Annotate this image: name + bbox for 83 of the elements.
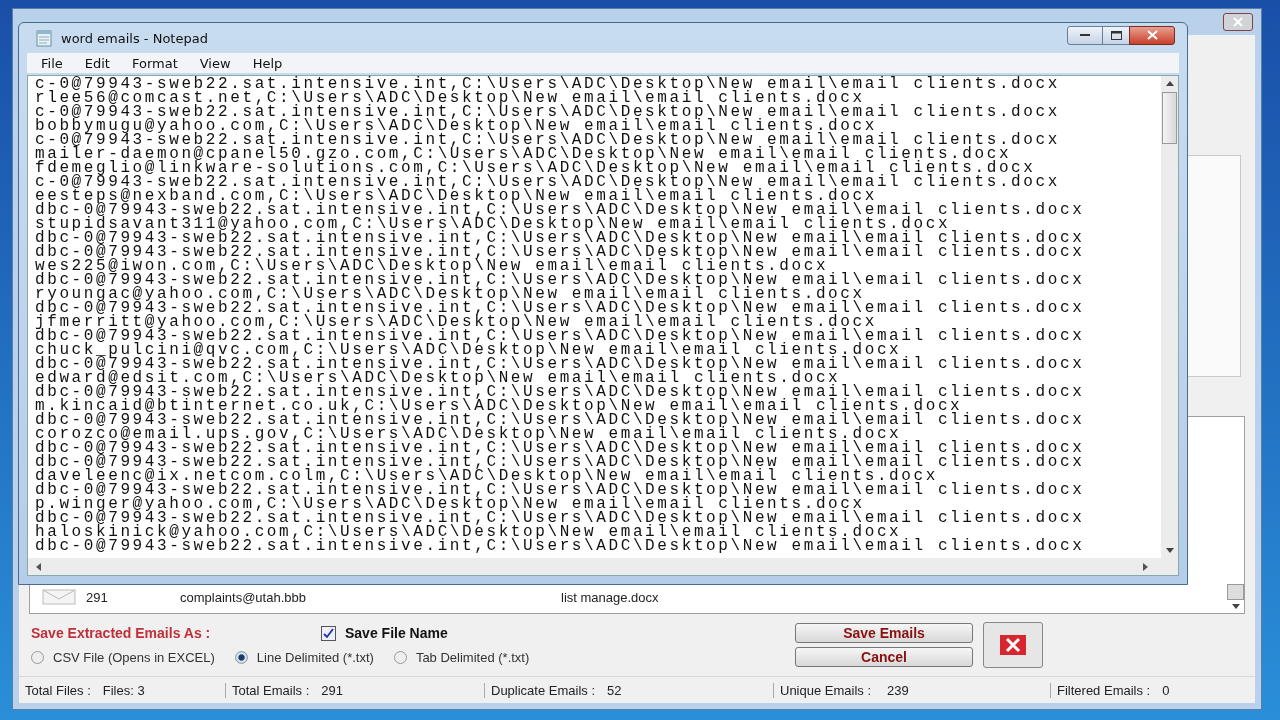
list-cell-text: complaints@utah.bbb bbox=[180, 589, 307, 605]
text-line: c-0@79943-sweb22.sat.intensive.int,C:\Users\ADC\Desktop\New email\email clients.docx bbox=[35, 77, 1061, 91]
menu-item[interactable]: Edit bbox=[84, 55, 110, 71]
horizontal-scrollbar[interactable] bbox=[28, 558, 1178, 575]
text-line: dbc-0@79943-sweb22.sat.intensive.int,C:\Users\ADC\Desktop\New email\email clients.docx bbox=[35, 301, 1086, 315]
list-row[interactable]: 291 complaints@utah.bbb list manage.docx bbox=[30, 589, 1227, 605]
text-line: rlee56@comcast.net,C:\Users\ADC\Desktop\New email\email clients.docx bbox=[35, 91, 865, 105]
text-line: dbc-0@79943-sweb22.sat.intensive.int,C:\Users\ADC\Desktop\New email\email clients.docx bbox=[35, 441, 1086, 455]
text-line: c-0@79943-sweb22.sat.intensive.int,C:\Users\ADC\Desktop\New email\email clients.docx bbox=[35, 175, 1061, 189]
text-line: dbc-0@79943-sweb22.sat.intensive.int,C:\Users\ADC\Desktop\New email\email clients.docx bbox=[35, 245, 1086, 259]
text-line: dbc-0@79943-sweb22.sat.intensive.int,C:\Users\ADC\Desktop\New email\email clients.docx bbox=[35, 273, 1086, 287]
text-line: ryoungac@yahoo.com,C:\Users\ADC\Desktop\New email\email clients.docx bbox=[35, 287, 865, 301]
text-line: edward@edsit.com,C:\Users\ADC\Desktop\New email\email clients.docx bbox=[35, 371, 841, 385]
list-cell: list manage.docx bbox=[561, 589, 659, 605]
scroll-down-icon bbox=[1165, 548, 1174, 553]
status-label: Duplicate Emails : bbox=[491, 682, 596, 698]
text-line: wes225@iwon.com,C:\Users\ADC\Desktop\New email\email clients.docx bbox=[35, 259, 829, 273]
save-emails-button[interactable]: Save Emails bbox=[795, 623, 973, 643]
status-label: Filtered Emails : bbox=[1057, 682, 1151, 698]
window-title: word emails - Notepad bbox=[61, 30, 208, 46]
envelope-icon bbox=[42, 589, 76, 605]
vertical-scrollbar[interactable] bbox=[1161, 76, 1178, 558]
status-label: Unique Emails : bbox=[780, 682, 872, 698]
text-line: c-0@79943-sweb22.sat.intensive.int,C:\Users\ADC\Desktop\New email\email clients.docx bbox=[35, 105, 1061, 119]
text-line: dbc-0@79943-sweb22.sat.intensive.int,C:\Users\ADC\Desktop\New email\email clients.docx bbox=[35, 511, 1086, 525]
scroll-thumb[interactable] bbox=[1162, 92, 1177, 144]
status-value: 291 bbox=[321, 682, 343, 698]
scroll-thumb[interactable] bbox=[1227, 584, 1244, 600]
format-radio[interactable]: Tab Delimited (*.txt) bbox=[393, 650, 530, 665]
status-value: 0 bbox=[1162, 682, 1170, 698]
close-icon bbox=[1000, 635, 1026, 655]
text-line: dbc-0@79943-sweb22.sat.intensive.int,C:\Users\ADC\Desktop\New email\email clients.docx bbox=[35, 483, 1086, 497]
close-button[interactable] bbox=[983, 622, 1043, 668]
status-value: Files: 3 bbox=[102, 682, 145, 698]
text-line: dbc-0@79943-sweb22.sat.intensive.int,C:\Users\ADC\Desktop\New email\email clients.docx bbox=[35, 357, 1086, 371]
text-line: p.winger@yahoo.com,C:\Users\ADC\Desktop\New email\email clients.docx bbox=[35, 497, 865, 511]
close-button[interactable] bbox=[1223, 13, 1253, 31]
text-line: haloskinick@yahoo.com,C:\Users\ADC\Desktop\New email\email clients.docx bbox=[35, 525, 902, 539]
close-icon bbox=[1233, 17, 1243, 27]
minimize-button[interactable] bbox=[1067, 25, 1103, 45]
checkmark-icon bbox=[323, 627, 334, 639]
notepad-icon bbox=[35, 29, 53, 47]
format-radio[interactable]: CSV File (Opens in EXCEL) bbox=[31, 650, 215, 665]
menu-item[interactable]: File bbox=[41, 55, 63, 71]
close-icon bbox=[1146, 30, 1158, 40]
text-line: dbc-0@79943-sweb22.sat.intensive.int,C:\Users\ADC\Desktop\New email\email clients.docx bbox=[35, 231, 1086, 245]
minimize-icon bbox=[1080, 33, 1090, 37]
text-line: chuck_pulcini@qvc.com,C:\Users\ADC\Desktop\New email\email clients.docx bbox=[35, 343, 902, 357]
text-line: dbc-0@79943-sweb22.sat.intensive.int,C:\Users\ADC\Desktop\New email\email clients.docx bbox=[35, 539, 1086, 553]
text-line: stupidsavant311@yahoo.com,C:\Users\ADC\Desktop\New email\email clients.docx bbox=[35, 217, 951, 231]
cancel-button[interactable]: Cancel bbox=[795, 647, 973, 667]
text-line: dbc-0@79943-sweb22.sat.intensive.int,C:\Users\ADC\Desktop\New email\email clients.docx bbox=[35, 413, 1086, 427]
status-value: 239 bbox=[887, 682, 909, 698]
scroll-up-icon bbox=[1165, 81, 1174, 86]
maximize-icon bbox=[1110, 30, 1122, 40]
text-line: dbc-0@79943-sweb22.sat.intensive.int,C:\Users\ADC\Desktop\New email\email clients.docx bbox=[35, 455, 1086, 469]
text-line: dbc-0@79943-sweb22.sat.intensive.int,C:\Users\ADC\Desktop\New email\email clients.docx bbox=[35, 385, 1086, 399]
text-line: mailer-daemon@cpanel50.gzo.com,C:\Users\ADC\Desktop\New email\email clients.docx bbox=[35, 147, 1012, 161]
text-line: dbc-0@79943-sweb22.sat.intensive.int,C:\Users\ADC\Desktop\New email\email clients.docx bbox=[35, 329, 1086, 343]
text-line: daveleenc@ix.netcom.colm,C:\Users\ADC\Desktop\New email\email clients.docx bbox=[35, 469, 939, 483]
list-cell-text: 291 bbox=[86, 589, 109, 605]
menu-item[interactable]: Help bbox=[252, 55, 283, 71]
status-label: Total Files : bbox=[25, 682, 91, 698]
text-line: jfmerritt@yahoo.com,C:\Users\ADC\Desktop\New email\email clients.docx bbox=[35, 315, 877, 329]
menu-item[interactable]: Format bbox=[131, 55, 178, 71]
status-label: Total Emails : bbox=[232, 682, 310, 698]
scroll-left-icon bbox=[36, 562, 41, 571]
format-radio[interactable]: Line Delimited (*.txt) bbox=[234, 650, 374, 665]
close-button[interactable] bbox=[1129, 25, 1175, 45]
text-line: bobbymugu@yahoo.com,C:\Users\ADC\Desktop\New email\email clients.docx bbox=[35, 119, 877, 133]
text-line: dbc-0@79943-sweb22.sat.intensive.int,C:\Users\ADC\Desktop\New email\email clients.docx bbox=[35, 203, 1086, 217]
menu-item[interactable]: View bbox=[199, 55, 231, 71]
text-line: corozco@email.ups.gov,C:\Users\ADC\Desktop\New email\email clients.docx bbox=[35, 427, 902, 441]
text-line: c-0@79943-sweb22.sat.intensive.int,C:\Users\ADC\Desktop\New email\email clients.docx bbox=[35, 133, 1061, 147]
status-value: 52 bbox=[607, 682, 622, 698]
save-file-name-checkbox[interactable]: Save File Name bbox=[321, 625, 448, 641]
scroll-down-icon bbox=[1231, 604, 1240, 609]
text-line: fdemeglio@linkware-solutions.com,C:\Users\ADC\Desktop\New email\email clients.docx bbox=[35, 161, 1036, 175]
text-line: eesteps@nexband.com,C:\Users\ADC\Desktop\New email\email clients.docx bbox=[35, 189, 877, 203]
scroll-right-icon bbox=[1143, 562, 1148, 571]
text-line: m.kincaid@btinternet.co.uk,C:\Users\ADC\Desktop\New email\email clients.docx bbox=[35, 399, 963, 413]
save-as-label: Save Extracted Emails As : bbox=[31, 625, 212, 641]
maximize-button[interactable] bbox=[1102, 25, 1130, 45]
